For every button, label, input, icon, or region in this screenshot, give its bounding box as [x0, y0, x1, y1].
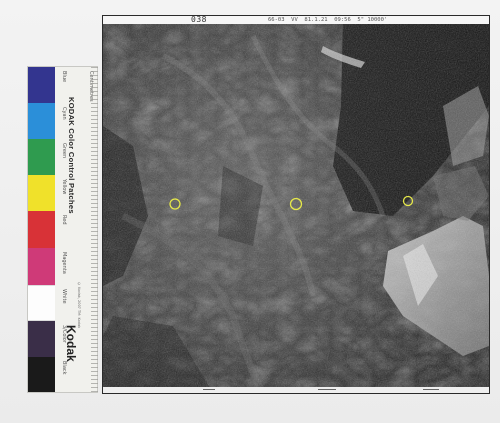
patch-label-white: White	[61, 289, 67, 304]
patch-label-red: Red	[61, 215, 67, 225]
color-patch-cyan	[28, 103, 55, 139]
color-patch-3color	[28, 321, 55, 357]
kodak-strip-title: KODAK Color Control Patches	[67, 97, 76, 214]
patch-label-yellow: Yellow	[61, 179, 67, 195]
color-patch-white	[28, 285, 55, 321]
color-patch-magenta	[28, 248, 55, 285]
patch-label-green: Green	[61, 143, 67, 159]
color-patch-black	[28, 357, 55, 392]
measurement-ruler	[91, 67, 98, 392]
patch-label-blue: Blue	[61, 71, 67, 83]
terrain-image	[103, 16, 489, 393]
patch-label-cyan: Cyan	[61, 107, 67, 120]
patch-label-black: Black	[61, 361, 67, 375]
color-patch-green	[28, 139, 55, 175]
scanned-aerial-photo-sheet: Blue Cyan Green Yellow Red Magenta White…	[0, 0, 500, 423]
kodak-small-print: © Kodak, 2007 TM: Kodak	[77, 282, 81, 329]
color-patch-yellow	[28, 175, 55, 211]
kodak-logo: Kodak	[64, 325, 78, 362]
kodak-color-control-strip: Blue Cyan Green Yellow Red Magenta White…	[27, 66, 98, 393]
color-patch-red	[28, 211, 55, 248]
color-patch-blue	[28, 67, 55, 103]
patch-label-magenta: Magenta	[61, 252, 67, 274]
frame-number: 038	[191, 16, 207, 24]
aerial-photograph: 038 66-03 VV 81.1.21 09:56 5" 10000'	[103, 16, 489, 393]
frame-metadata: 66-03 VV 81.1.21 09:56 5" 10000'	[268, 17, 388, 23]
